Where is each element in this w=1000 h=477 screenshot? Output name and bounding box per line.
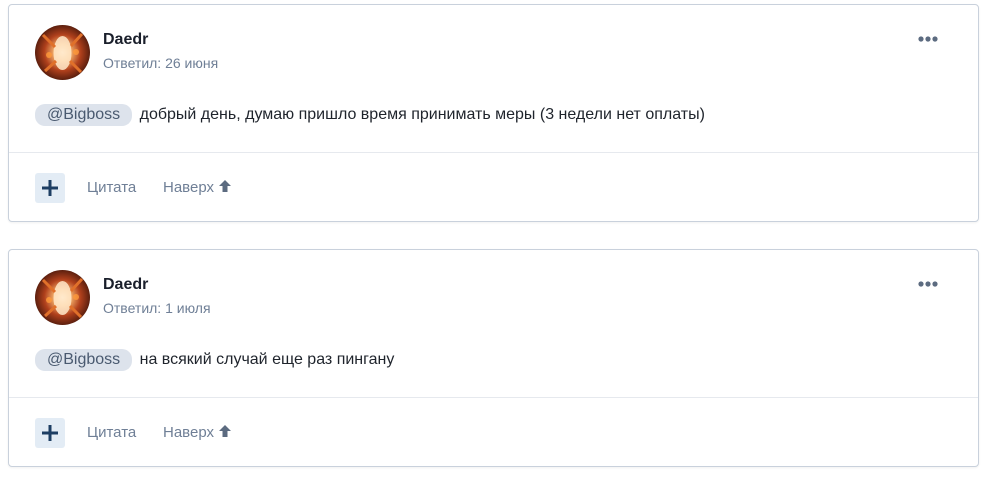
user-mention[interactable]: @Bigboss bbox=[35, 349, 133, 371]
post-feed: Daedr Ответил: 26 июня @Bigboss добрый д… bbox=[0, 0, 1000, 477]
more-dots-icon bbox=[918, 281, 938, 287]
post-meta: Ответил: 1 июля bbox=[103, 300, 211, 316]
scroll-top-label: Наверх bbox=[163, 179, 214, 196]
plus-icon bbox=[42, 180, 58, 196]
author-name[interactable]: Daedr bbox=[103, 276, 148, 294]
author-avatar[interactable] bbox=[35, 25, 90, 80]
reaction-button[interactable] bbox=[35, 418, 65, 448]
plus-icon bbox=[42, 425, 58, 441]
avatar-image bbox=[35, 25, 90, 80]
quote-link[interactable]: Цитата bbox=[87, 179, 136, 196]
post-body: @Bigboss на всякий случай еще раз пинган… bbox=[35, 349, 394, 371]
user-mention[interactable]: @Bigboss bbox=[35, 104, 133, 126]
arrow-up-icon bbox=[218, 424, 232, 442]
post-text: добрый день, думаю пришло время принимат… bbox=[139, 106, 705, 123]
arrow-up-icon bbox=[218, 179, 232, 197]
author-name[interactable]: Daedr bbox=[103, 31, 148, 49]
author-avatar[interactable] bbox=[35, 270, 90, 325]
avatar-image bbox=[35, 270, 90, 325]
more-menu-button[interactable] bbox=[916, 29, 940, 49]
more-dots-icon bbox=[918, 36, 938, 42]
scroll-top-label: Наверх bbox=[163, 424, 214, 441]
reaction-button[interactable] bbox=[35, 173, 65, 203]
post-body: @Bigboss добрый день, думаю пришло время… bbox=[35, 104, 705, 126]
post-text: на всякий случай еще раз пингану bbox=[139, 351, 395, 368]
divider bbox=[9, 397, 978, 398]
scroll-top-link[interactable]: Наверх bbox=[163, 424, 232, 442]
post-card: Daedr Ответил: 1 июля @Bigboss на всякий… bbox=[8, 249, 979, 467]
post-meta: Ответил: 26 июня bbox=[103, 55, 219, 71]
divider bbox=[9, 152, 978, 153]
more-menu-button[interactable] bbox=[916, 274, 940, 294]
quote-link[interactable]: Цитата bbox=[87, 424, 136, 441]
post-card: Daedr Ответил: 26 июня @Bigboss добрый д… bbox=[8, 4, 979, 222]
scroll-top-link[interactable]: Наверх bbox=[163, 179, 232, 197]
